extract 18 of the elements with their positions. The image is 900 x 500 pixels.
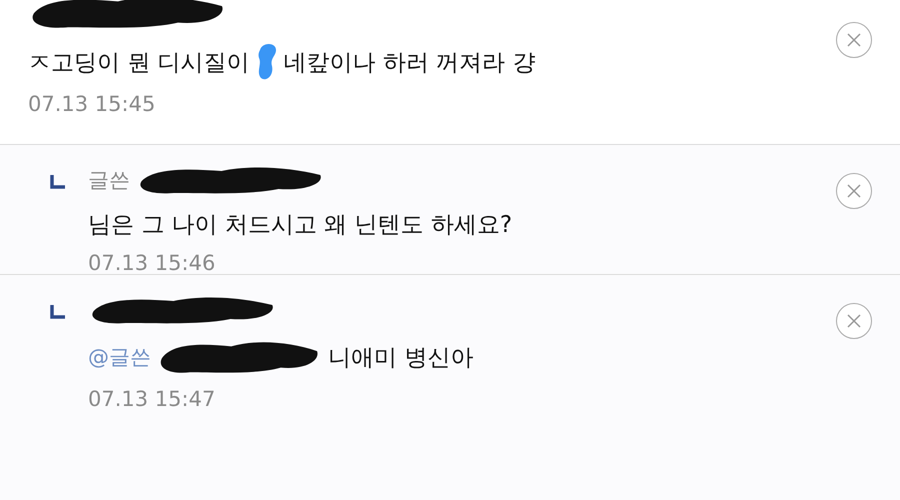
- close-button[interactable]: [836, 22, 872, 58]
- close-icon: [847, 184, 861, 198]
- close-icon: [847, 33, 861, 47]
- timestamp: 07.13 15:47: [88, 387, 216, 411]
- reply-indicator-icon: [50, 175, 66, 189]
- reply-indicator-icon: [50, 305, 66, 319]
- mention-link[interactable]: @글쓴: [88, 343, 151, 371]
- comment-text: 니애미 병신아: [328, 344, 474, 372]
- timestamp: 07.13 15:45: [28, 92, 156, 116]
- comment-text: ㅈ고딩이 뭔 디시질이: [28, 48, 250, 78]
- author-label: 글쓴: [88, 167, 130, 194]
- close-button[interactable]: [836, 303, 872, 339]
- close-button[interactable]: [836, 173, 872, 209]
- comment-text: 네캎이나 하러 꺼져라 걍: [284, 48, 536, 78]
- scribble-mark: [256, 42, 278, 82]
- close-icon: [847, 314, 861, 328]
- timestamp: 07.13 15:46: [88, 251, 216, 275]
- comment-text: 님은 그 나이 처드시고 왜 닌텐도 하세요?: [88, 210, 512, 240]
